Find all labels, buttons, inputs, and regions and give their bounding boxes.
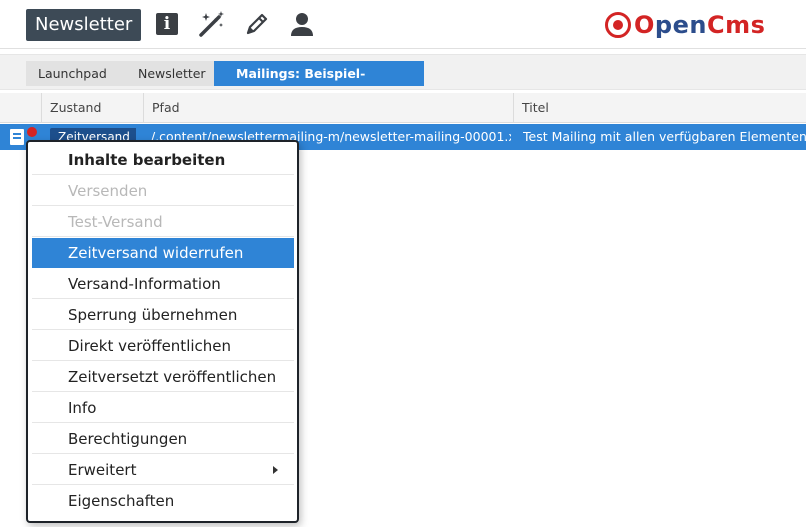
menu-item-label: Berechtigungen <box>68 430 188 448</box>
lock-status-dot-icon <box>27 127 37 137</box>
breadcrumb-mailings[interactable]: Mailings: Beispiel-Newsletter <box>214 61 424 106</box>
menu-item-send-information[interactable]: Versand-Information <box>32 269 294 299</box>
logo-text-cms: Cms <box>706 11 766 39</box>
submenu-arrow-icon <box>273 466 278 474</box>
user-icon[interactable] <box>287 8 317 40</box>
row-title-cell: Test Mailing mit allen verfügbaren Eleme… <box>523 129 806 144</box>
menu-item-label: Test-Versand <box>68 213 163 231</box>
menu-item-label: Versand-Information <box>68 275 221 293</box>
menu-item-publish-scheduled[interactable]: Zeitversetzt veröffentlichen <box>32 362 294 392</box>
document-icon <box>10 129 24 145</box>
menu-item-test-send: Test-Versand <box>32 207 294 237</box>
logo-text-pen: pen <box>654 11 707 39</box>
menu-item-advanced[interactable]: Erweitert <box>32 455 294 485</box>
menu-item-label: Sperrung übernehmen <box>68 306 238 324</box>
menu-item-label: Zeitversand widerrufen <box>68 244 244 262</box>
menu-item-label: Info <box>68 399 97 417</box>
breadcrumb-label: Launchpad <box>38 66 107 81</box>
breadcrumb-label: Newsletter <box>138 66 206 81</box>
menu-item-label: Zeitversetzt veröffentlichen <box>68 368 277 386</box>
column-header-state[interactable]: Zustand <box>41 93 143 123</box>
breadcrumb-newsletter[interactable]: Newsletter <box>120 61 234 86</box>
menu-item-send: Versenden <box>32 176 294 206</box>
column-header-title[interactable]: Titel <box>513 93 806 123</box>
breadcrumb-launchpad[interactable]: Launchpad <box>26 61 140 86</box>
menu-item-take-over-lock[interactable]: Sperrung übernehmen <box>32 300 294 330</box>
menu-item-label: Inhalte bearbeiten <box>68 151 226 169</box>
logo-text-o: O <box>634 11 655 39</box>
magic-wand-icon[interactable] <box>196 8 226 40</box>
menu-item-properties[interactable]: Eigenschaften <box>32 486 294 516</box>
info-icon[interactable]: i <box>152 8 182 40</box>
menu-item-revoke-scheduled-send[interactable]: Zeitversand widerrufen <box>32 238 294 268</box>
pencil-icon[interactable] <box>242 8 272 40</box>
column-header-path[interactable]: Pfad <box>143 93 513 123</box>
menu-item-publish-directly[interactable]: Direkt veröffentlichen <box>32 331 294 361</box>
menu-item-label: Eigenschaften <box>68 492 175 510</box>
context-menu: Inhalte bearbeiten Versenden Test-Versan… <box>26 140 299 523</box>
menu-item-label: Direkt veröffentlichen <box>68 337 232 355</box>
menu-item-info[interactable]: Info <box>32 393 294 423</box>
menu-item-permissions[interactable]: Berechtigungen <box>32 424 294 454</box>
menu-item-edit-contents[interactable]: Inhalte bearbeiten <box>32 145 294 175</box>
opencms-logo: OpenCms <box>605 9 765 41</box>
header-divider <box>0 48 806 49</box>
breadcrumb: Launchpad Newsletter Mailings: Beispiel-… <box>0 54 806 106</box>
logo-mark-icon <box>605 12 631 38</box>
menu-item-label: Erweitert <box>68 461 137 479</box>
top-toolbar: Newsletter i OpenCms <box>0 0 806 48</box>
menu-item-label: Versenden <box>68 182 148 200</box>
app-title-button[interactable]: Newsletter <box>26 9 142 41</box>
table-header: Zustand Pfad Titel <box>0 93 806 123</box>
